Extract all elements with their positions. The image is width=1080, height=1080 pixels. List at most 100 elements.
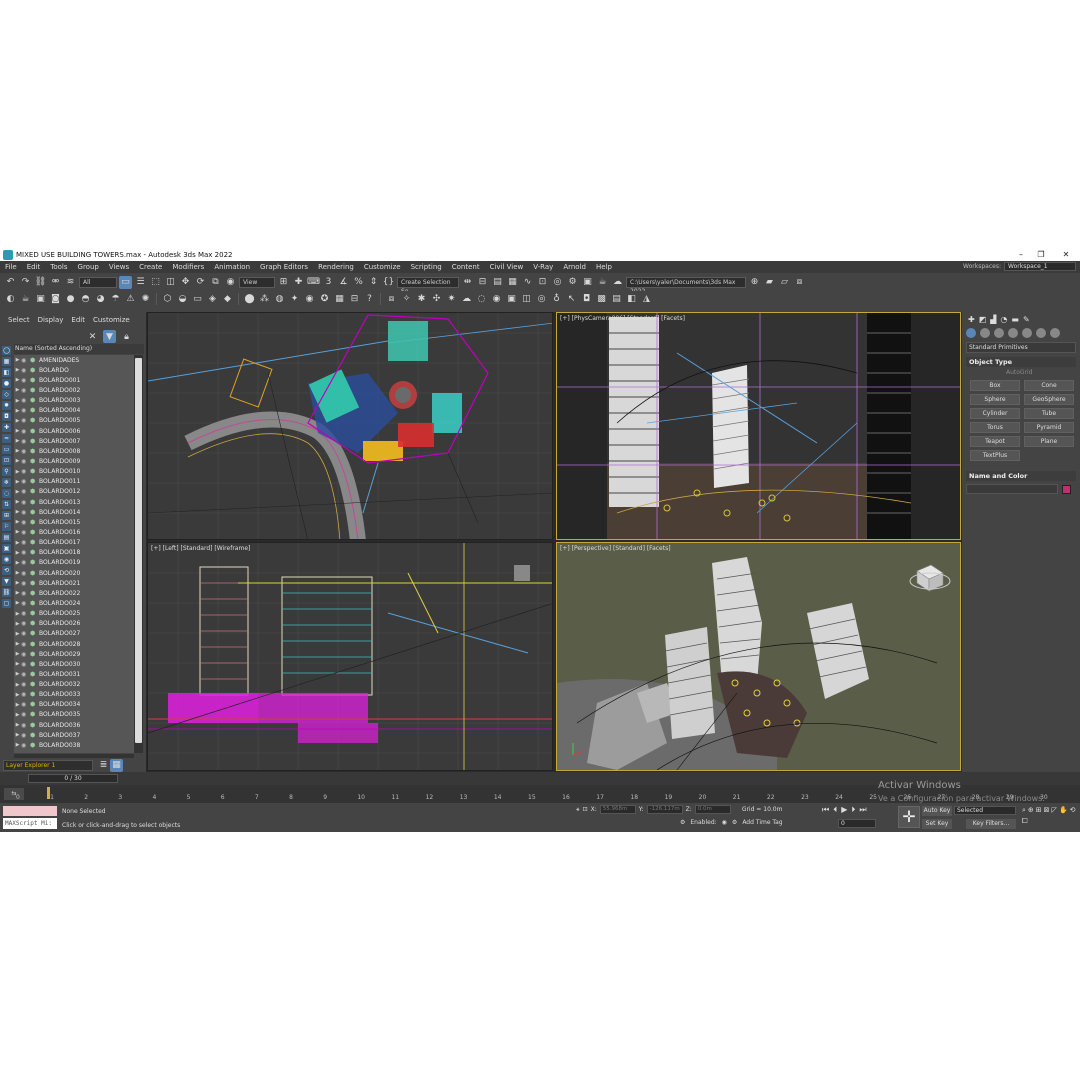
move-icon[interactable]: ✥ <box>179 276 192 289</box>
camera-filter-icon[interactable]: ◘ <box>2 412 11 421</box>
visibility-eye-icon[interactable]: ◉ <box>21 671 30 678</box>
percent-snap-icon[interactable]: % <box>352 276 365 289</box>
menu-vray[interactable]: V-Ray <box>528 263 558 271</box>
rendered-frame-icon[interactable]: ▣ <box>581 276 594 289</box>
viewcube-icon[interactable] <box>909 564 951 592</box>
scale-icon[interactable]: ⧉ <box>209 276 222 289</box>
layer-manager-icon[interactable]: ▤ <box>491 276 504 289</box>
menu-customize[interactable]: Customize <box>359 263 406 271</box>
list-item[interactable]: ▶ ◉ ⬢ BOLARDO010 <box>14 467 134 477</box>
hidden-filter-icon[interactable]: ◌ <box>2 489 11 498</box>
visibility-eye-icon[interactable]: ◉ <box>21 539 30 546</box>
visibility-eye-icon[interactable]: ◉ <box>21 732 30 739</box>
anim-clip-icon[interactable]: ✱ <box>415 293 428 306</box>
set-key-button[interactable]: Set Key <box>922 819 952 829</box>
list-item[interactable]: ▶ ◉ ⬢ BOLARDO034 <box>14 700 134 710</box>
explorer-menu-display[interactable]: Display <box>34 316 68 324</box>
visibility-eye-icon[interactable]: ◉ <box>21 499 30 506</box>
arnold-logo-icon[interactable]: ✪ <box>318 293 331 306</box>
bind-spacewarp-icon[interactable]: ≋ <box>64 276 77 289</box>
list-item[interactable]: ▶ ◉ ⬢ BOLARDO024 <box>14 598 134 608</box>
list-item[interactable]: ▶ ◉ ⬢ BOLARDO032 <box>14 680 134 690</box>
list-item[interactable]: ▶ ◉ ⬢ BOLARDO011 <box>14 477 134 487</box>
display-none-icon[interactable]: ◯ <box>2 346 11 355</box>
anim-sphere-icon[interactable]: ◎ <box>535 293 548 306</box>
zoom-all-icon[interactable]: ⊕ <box>1028 806 1034 815</box>
menu-edit[interactable]: Edit <box>22 263 46 271</box>
visibility-eye-icon[interactable]: ◉ <box>21 742 30 749</box>
list-item[interactable]: ▶ ◉ ⬢ BOLARDO018 <box>14 548 134 558</box>
geometry-filter-icon[interactable]: ● <box>2 379 11 388</box>
list-item[interactable]: ▶ ◉ ⬢ BOLARDO025 <box>14 609 134 619</box>
display-all-icon[interactable]: ▦ <box>2 357 11 366</box>
time-tag-icon[interactable]: ⚙ <box>732 819 737 826</box>
cameras-category-icon[interactable] <box>1008 328 1018 338</box>
visibility-eye-icon[interactable]: ◉ <box>21 407 30 414</box>
project-browse-icon[interactable]: ⧈ <box>793 276 806 289</box>
schematic-view-icon[interactable]: ⊡ <box>536 276 549 289</box>
maxscript-mini-listener[interactable]: MAXScript Mi: <box>3 818 57 829</box>
hierarchy-tab-icon[interactable]: ▟ <box>990 315 996 324</box>
expand-arrow-icon[interactable]: ▶ <box>14 448 21 454</box>
object-color-swatch[interactable] <box>1062 484 1071 494</box>
xref-filter-icon[interactable]: ⊡ <box>2 456 11 465</box>
list-item[interactable]: ▶ ◉ ⬢ BOLARDO008 <box>14 446 134 456</box>
expand-arrow-icon[interactable]: ▶ <box>14 651 21 657</box>
list-item[interactable]: ▶ ◉ ⬢ BOLARDO001 <box>14 375 134 385</box>
bone-filter-icon[interactable]: ⚲ <box>2 467 11 476</box>
expand-arrow-icon[interactable]: ▶ <box>14 408 21 414</box>
selection-filter-dropdown[interactable]: All <box>79 276 117 288</box>
spacewarp-filter-icon[interactable]: ≈ <box>2 434 11 443</box>
render-setup-icon[interactable]: ⚙ <box>566 276 579 289</box>
visibility-eye-icon[interactable]: ◉ <box>21 529 30 536</box>
anim-key-icon[interactable]: ✧ <box>400 293 413 306</box>
expand-arrow-icon[interactable]: ▶ <box>14 519 21 525</box>
material-editor-icon[interactable]: ◎ <box>551 276 564 289</box>
expand-arrow-icon[interactable]: ▶ <box>14 631 21 637</box>
anim-cursor-icon[interactable]: ↖ <box>565 293 578 306</box>
visibility-eye-icon[interactable]: ◉ <box>21 610 30 617</box>
scene-explorer-toggle-icon[interactable]: ▦ <box>110 758 123 772</box>
redo-icon[interactable]: ↷ <box>19 276 32 289</box>
next-frame-icon[interactable]: ⏵ <box>851 805 855 815</box>
visibility-eye-icon[interactable]: ◉ <box>21 691 30 698</box>
geosphere-button[interactable]: GeoSphere <box>1024 394 1074 405</box>
visibility-eye-icon[interactable]: ◉ <box>21 641 30 648</box>
expand-arrow-icon[interactable]: ▶ <box>14 580 21 586</box>
menu-file[interactable]: File <box>0 263 22 271</box>
lock-selection-icon[interactable]: ⊡ <box>583 806 588 813</box>
name-and-color-rollout[interactable]: Name and Color <box>966 471 1076 481</box>
isolate-icon[interactable]: ⚹ <box>576 806 580 814</box>
select-manipulate-icon[interactable]: ✚ <box>292 276 305 289</box>
vray-sun-icon[interactable]: ◕ <box>94 293 107 306</box>
vray-sphere-icon[interactable]: ✺ <box>139 293 152 306</box>
expand-arrow-icon[interactable]: ▶ <box>14 611 21 617</box>
list-item[interactable]: ▶ ◉ ⬢ BOLARDO004 <box>14 406 134 416</box>
vray-fur-icon[interactable]: ◒ <box>176 293 189 306</box>
expand-arrow-icon[interactable]: ▶ <box>14 722 21 728</box>
pan-icon[interactable]: ✋ <box>1059 806 1068 815</box>
primitive-type-dropdown[interactable]: Standard Primitives <box>966 342 1076 353</box>
curve-editor-icon[interactable]: ∿ <box>521 276 534 289</box>
unlink-icon[interactable]: ⚮ <box>49 276 62 289</box>
scroll-thumb[interactable] <box>135 358 142 743</box>
invert-display-icon[interactable]: ◧ <box>2 368 11 377</box>
render-icon[interactable]: ☕ <box>596 276 609 289</box>
modify-tab-icon[interactable]: ◩ <box>979 315 987 324</box>
list-item[interactable]: ▶ ◉ ⬢ BOLARDO022 <box>14 588 134 598</box>
project-folder-icon[interactable]: ▰ <box>763 276 776 289</box>
window-crossing-icon[interactable]: ◫ <box>164 276 177 289</box>
explorer-menu-select[interactable]: Select <box>4 316 34 324</box>
visibility-eye-icon[interactable]: ◉ <box>21 509 30 516</box>
vray-ies-icon[interactable]: ☂ <box>109 293 122 306</box>
link-icon[interactable]: ⛓ <box>34 276 47 289</box>
filter-icon[interactable]: ▼ <box>103 330 116 343</box>
viewport-left[interactable]: [+] [Left] [Standard] [Wireframe] <box>147 542 553 771</box>
previous-frame-icon[interactable]: ⏴ <box>833 805 837 815</box>
visibility-eye-icon[interactable]: ◉ <box>21 580 30 587</box>
expand-arrow-icon[interactable]: ▶ <box>14 590 21 596</box>
vray-dome-icon[interactable]: ◓ <box>79 293 92 306</box>
visibility-eye-icon[interactable]: ◉ <box>21 478 30 485</box>
vray-clipper-icon[interactable]: ◆ <box>221 293 234 306</box>
expand-arrow-icon[interactable]: ▶ <box>14 489 21 495</box>
